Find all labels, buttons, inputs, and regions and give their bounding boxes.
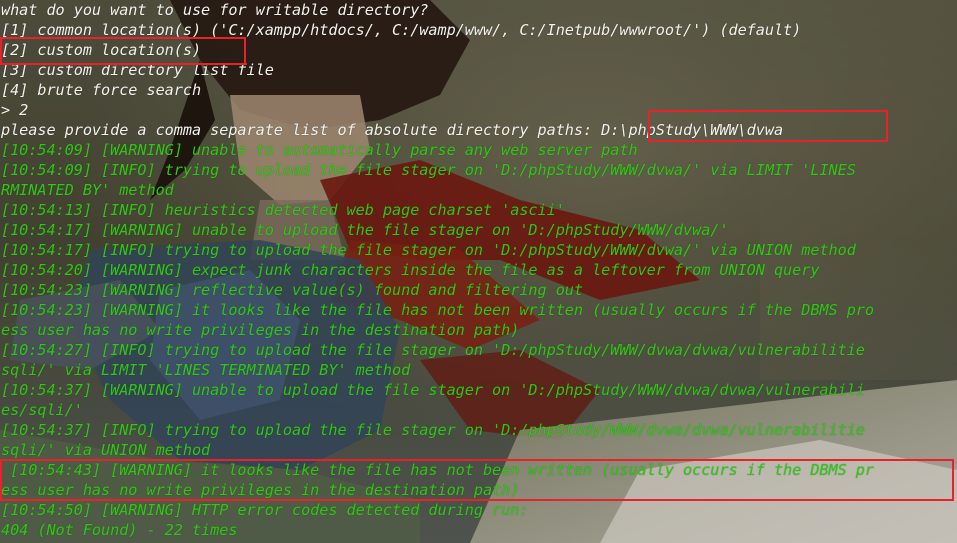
terminal-line: [10:54:13] [INFO] heuristics detected we…: [1, 201, 565, 219]
terminal-line: > 2: [1, 101, 29, 119]
terminal-line: sqli/' via UNION method: [1, 441, 211, 459]
terminal-line: [10:54:20] [WARNING] expect junk charact…: [1, 261, 820, 279]
terminal-line: [10:54:27] [INFO] trying to upload the f…: [1, 341, 865, 359]
highlight-custom-location: [0, 37, 246, 65]
terminal-line: [10:54:17] [INFO] trying to upload the f…: [1, 241, 856, 259]
terminal-line: 404 (Not Found) - 22 times: [1, 521, 238, 539]
terminal-line: [10:54:23] [WARNING] reflective value(s)…: [1, 281, 583, 299]
terminal-line: what do you want to use for writable dir…: [1, 1, 429, 19]
terminal-line: [10:54:09] [INFO] trying to upload the f…: [1, 161, 856, 179]
terminal-line: [10:54:37] [INFO] trying to upload the f…: [1, 421, 865, 439]
terminal-line: ess user has no write privileges in the …: [1, 321, 520, 339]
terminal-line: [10:54:23] [WARNING] it looks like the f…: [1, 301, 874, 319]
terminal-line: [4] brute force search: [1, 81, 202, 99]
terminal-line: es/sqli/': [1, 401, 83, 419]
terminal-line: sqli/' via LIMIT 'LINES TERMINATED BY' m…: [1, 361, 411, 379]
terminal-line: [10:54:50] [WARNING] HTTP error codes de…: [1, 501, 529, 519]
terminal-line: [10:54:37] [WARNING] unable to upload th…: [1, 381, 865, 399]
terminal-line: [10:54:09] [WARNING] unable to automatic…: [1, 141, 638, 159]
terminal-line: [10:54:17] [WARNING] unable to upload th…: [1, 221, 729, 239]
terminal-line: RMINATED BY' method: [1, 181, 174, 199]
highlight-write-privileges-warning: [0, 459, 954, 501]
highlight-directory-path: [648, 110, 888, 142]
